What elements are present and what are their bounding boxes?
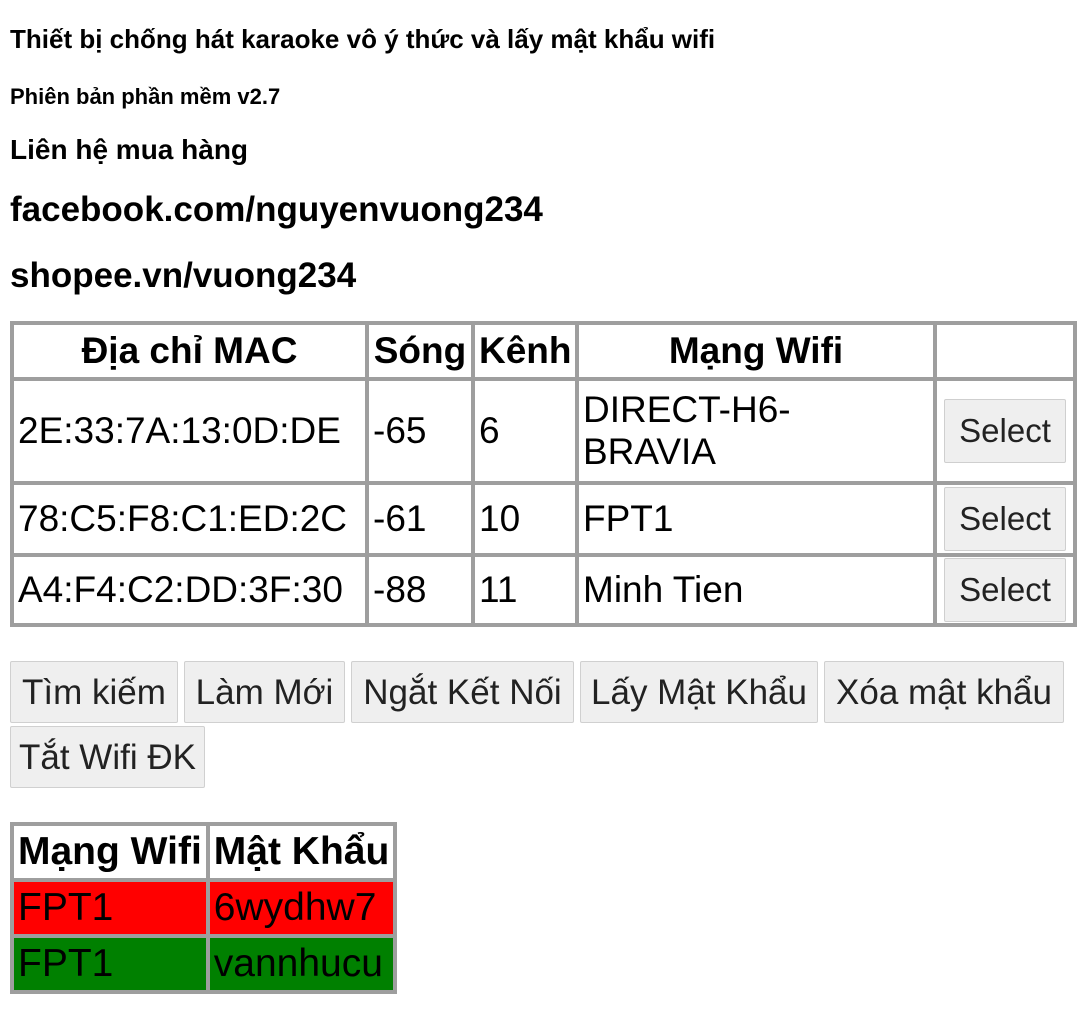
get-password-button[interactable]: Lấy Mật Khẩu (580, 661, 818, 723)
wifi-off-button[interactable]: Tắt Wifi ĐK (10, 726, 205, 788)
table-row: FPT1 vannhucu (12, 936, 396, 992)
password-table: Mạng Wifi Mật Khẩu FPT1 6wydhw7 FPT1 van… (10, 822, 398, 994)
ssid-cell: FPT1 (12, 936, 208, 992)
search-button[interactable]: Tìm kiếm (10, 661, 178, 723)
facebook-link: facebook.com/nguyenvuong234 (10, 190, 543, 229)
signal-cell: -88 (367, 555, 473, 625)
version-label: Phiên bản phần mềm v2.7 (10, 84, 281, 109)
column-header-action (935, 323, 1075, 379)
action-cell: Select (935, 379, 1075, 483)
column-header-ssid: Mạng Wifi (577, 323, 935, 379)
column-header-ssid: Mạng Wifi (12, 824, 208, 880)
action-cell: Select (935, 483, 1075, 555)
mac-cell: 78:C5:F8:C1:ED:2C (12, 483, 367, 555)
ssid-cell: DIRECT-H6- BRAVIA (577, 379, 935, 483)
table-row: FPT1 6wydhw7 (12, 880, 396, 936)
mac-cell: 2E:33:7A:13:0D:DE (12, 379, 367, 483)
shopee-link: shopee.vn/vuong234 (10, 256, 357, 295)
channel-cell: 10 (473, 483, 577, 555)
column-header-signal: Sóng (367, 323, 473, 379)
signal-cell: -61 (367, 483, 473, 555)
select-button[interactable]: Select (944, 558, 1066, 622)
column-header-channel: Kênh (473, 323, 577, 379)
table-header-row: Địa chỉ MAC Sóng Kênh Mạng Wifi (12, 323, 1075, 379)
action-cell: Select (935, 555, 1075, 625)
column-header-password: Mật Khẩu (207, 824, 396, 880)
ssid-cell: FPT1 (577, 483, 935, 555)
disconnect-button[interactable]: Ngắt Kết Nối (351, 661, 574, 723)
ssid-cell: Minh Tien (577, 555, 935, 625)
refresh-button[interactable]: Làm Mới (184, 661, 345, 723)
ssid-cell: FPT1 (12, 880, 208, 936)
select-button[interactable]: Select (944, 487, 1066, 551)
table-row: A4:F4:C2:DD:3F:30 -88 11 Minh Tien Selec… (12, 555, 1075, 625)
select-button[interactable]: Select (944, 399, 1066, 463)
page-title: Thiết bị chống hát karaoke vô ý thức và … (10, 24, 716, 54)
wifi-scan-table: Địa chỉ MAC Sóng Kênh Mạng Wifi 2E:33:7A… (10, 321, 1077, 627)
channel-cell: 6 (473, 379, 577, 483)
channel-cell: 11 (473, 555, 577, 625)
table-row: 2E:33:7A:13:0D:DE -65 6 DIRECT-H6- BRAVIA… (12, 379, 1075, 483)
table-row: 78:C5:F8:C1:ED:2C -61 10 FPT1 Select (12, 483, 1075, 555)
password-cell: 6wydhw7 (207, 880, 396, 936)
column-header-mac: Địa chỉ MAC (12, 323, 367, 379)
password-cell: vannhucu (207, 936, 396, 992)
table-header-row: Mạng Wifi Mật Khẩu (12, 824, 396, 880)
delete-password-button[interactable]: Xóa mật khẩu (824, 661, 1064, 723)
signal-cell: -65 (367, 379, 473, 483)
mac-cell: A4:F4:C2:DD:3F:30 (12, 555, 367, 625)
contact-label: Liên hệ mua hàng (10, 134, 249, 165)
